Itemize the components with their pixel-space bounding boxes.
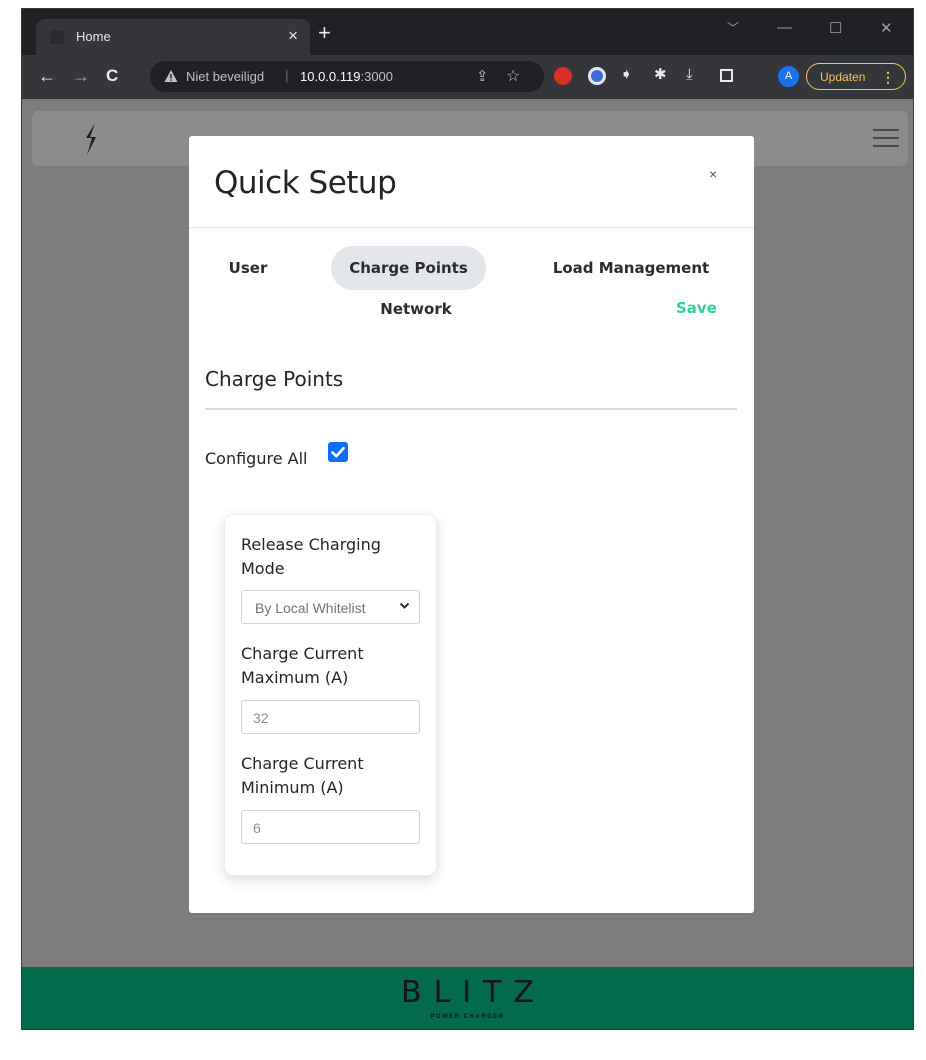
checkmark-icon [331, 446, 345, 458]
footer: BLITZ POWER CHARGER [22, 967, 913, 1029]
tab-load-management[interactable]: Load Management [542, 246, 720, 290]
release-mode-label: Release Charging Mode [241, 535, 381, 578]
reload-icon[interactable]: C [106, 65, 118, 87]
profile-avatar[interactable]: A [778, 66, 799, 87]
maximize-button[interactable]: ☐ [829, 19, 842, 37]
bookmark-star-icon[interactable]: ☆ [506, 66, 520, 86]
adblock-extension-icon[interactable] [554, 67, 572, 85]
download-icon[interactable]: ⤓ [686, 66, 693, 84]
charge-point-settings-card: Release Charging Mode By Local Whitelist… [224, 514, 437, 876]
update-button[interactable]: Updaten ⋮ [806, 63, 906, 90]
tab-user[interactable]: User [215, 246, 281, 290]
modal-title: Quick Setup [214, 165, 397, 201]
close-window-button[interactable]: ✕ [880, 19, 893, 37]
minimize-button[interactable]: — [777, 19, 792, 36]
side-panel-icon[interactable] [720, 69, 733, 82]
save-button[interactable]: Save [676, 299, 717, 317]
tab-charge-points[interactable]: Charge Points [331, 246, 486, 290]
url-port: :3000 [360, 69, 394, 84]
tab-network[interactable]: Network [372, 289, 460, 329]
share-icon[interactable]: ⇪ [476, 67, 489, 85]
warning-icon [164, 70, 178, 82]
browser-window: Home × + ﹀ — ☐ ✕ ← → C Niet beveiligd | … [21, 8, 914, 1030]
release-mode-value: By Local Whitelist [255, 600, 366, 616]
min-current-input[interactable]: 6 [241, 810, 420, 844]
extensions-puzzle-icon[interactable]: ✱ [654, 66, 667, 84]
favicon-icon [50, 30, 64, 44]
new-tab-button[interactable]: + [318, 22, 331, 44]
configure-all-checkbox[interactable] [328, 442, 348, 462]
quick-setup-modal: Quick Setup × User Charge Points Load Ma… [189, 136, 754, 913]
release-mode-select[interactable]: By Local Whitelist [241, 590, 420, 624]
tab-close-icon[interactable]: × [288, 26, 298, 46]
max-current-input[interactable]: 32 [241, 700, 420, 734]
tab-search-icon[interactable]: ﹀ [727, 19, 739, 36]
configure-all-label: Configure All [205, 449, 308, 468]
title-bar: Home × + ﹀ — ☐ ✕ [22, 9, 913, 55]
chevron-down-icon [399, 602, 410, 609]
url-text: 10.0.0.119:3000 [300, 69, 393, 84]
url-host: 10.0.0.119 [300, 69, 361, 84]
password-manager-extension-icon[interactable] [588, 67, 606, 85]
bolt-icon[interactable] [82, 122, 100, 156]
page-viewport: Quick Setup × User Charge Points Load Ma… [22, 99, 913, 1029]
modal-header-divider [189, 227, 754, 228]
forward-arrow-icon[interactable]: → [72, 65, 90, 87]
max-current-label: Charge Current Maximum (A) [241, 644, 364, 687]
brand-logo: BLITZ [400, 975, 547, 1010]
section-title: Charge Points [205, 367, 344, 391]
brand-tagline: POWER CHARGER [430, 1014, 505, 1020]
back-arrow-icon[interactable]: ← [38, 65, 56, 87]
browser-menu-icon[interactable]: ⋮ [881, 69, 895, 86]
update-label: Updaten [820, 70, 866, 84]
close-icon[interactable]: × [709, 166, 717, 182]
browser-toolbar: ← → C Niet beveiligd | 10.0.0.119:3000 ⇪… [22, 55, 913, 99]
tab-title: Home [76, 29, 111, 44]
security-status: Niet beveiligd [186, 69, 265, 84]
section-divider [205, 408, 737, 410]
address-bar[interactable]: Niet beveiligd | 10.0.0.119:3000 ⇪ ☆ [150, 61, 544, 92]
hamburger-icon[interactable] [873, 129, 899, 149]
address-separator: | [285, 67, 289, 83]
min-current-label: Charge Current Minimum (A) [241, 754, 364, 797]
browser-tab[interactable]: Home × [36, 19, 310, 55]
extension-arrow-icon[interactable]: ➧ [620, 66, 633, 84]
